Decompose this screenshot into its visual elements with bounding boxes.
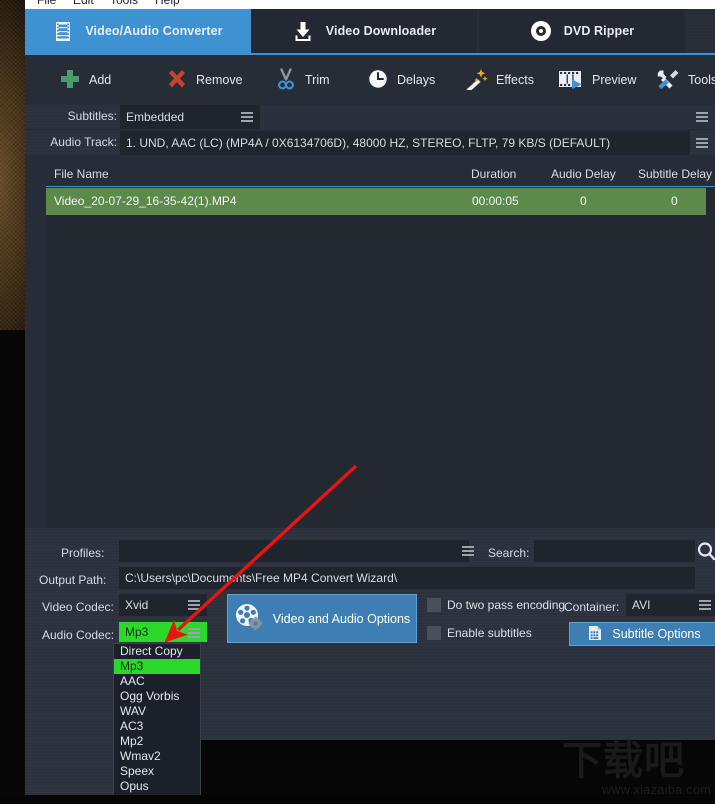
column-header-audio-delay[interactable]: Audio Delay <box>551 167 616 181</box>
dropdown-item-wav[interactable]: WAV <box>114 704 200 719</box>
toolbar-button-delays[interactable]: Delays <box>367 55 435 105</box>
subtitles-secondary-combo[interactable] <box>263 105 715 129</box>
tab-label-video-downloader: Video Downloader <box>326 24 436 38</box>
scissors-icon <box>275 68 297 93</box>
cell-subtitle-delay: 0 <box>671 194 678 208</box>
subtitles-secondary-handle[interactable] <box>692 105 712 129</box>
enable-subtitles-checkbox[interactable] <box>427 626 441 640</box>
film-reel-gear-icon <box>234 602 264 635</box>
screenshot-bottom-edge <box>0 795 715 804</box>
menu-item-file[interactable]: File <box>37 0 56 8</box>
wrench-hammer-icon <box>656 68 680 93</box>
toolbar-label-delays: Delays <box>397 73 435 87</box>
dropdown-item-ogg-vorbis[interactable]: Ogg Vorbis <box>114 689 200 704</box>
file-list-header: File Name Duration Audio Delay Subtitle … <box>46 163 715 187</box>
two-pass-checkbox[interactable] <box>427 598 441 612</box>
main-tab-bar: Video/Audio Converter Video Downloader <box>25 9 715 53</box>
profiles-combo[interactable] <box>119 540 469 562</box>
toolbar-button-add[interactable]: Add <box>59 55 111 105</box>
column-header-file-name[interactable]: File Name <box>54 167 109 181</box>
dropdown-item-opus[interactable]: Opus <box>114 779 200 794</box>
dropdown-item-aac[interactable]: AAC <box>114 674 200 689</box>
menu-item-edit[interactable]: Edit <box>73 0 94 8</box>
audio-track-combo[interactable]: 1. UND, AAC (LC) (MP4A / 0X6134706D), 48… <box>120 131 690 155</box>
audio-track-combo-handle[interactable] <box>692 131 712 155</box>
search-input[interactable] <box>534 540 695 562</box>
video-codec-label: Video Codec: <box>42 600 114 614</box>
column-header-subtitle-delay[interactable]: Subtitle Delay <box>638 167 712 181</box>
file-list-body[interactable]: Video_20-07-29_16-35-42(1).MP4 00:00:05 … <box>46 188 715 528</box>
table-row[interactable]: Video_20-07-29_16-35-42(1).MP4 00:00:05 … <box>46 188 706 215</box>
dropdown-item-direct-copy[interactable]: Direct Copy <box>114 644 200 659</box>
film-play-icon <box>558 68 584 93</box>
tab-label-dvd-ripper: DVD Ripper <box>564 24 634 38</box>
toolbar-button-remove[interactable]: Remove <box>166 55 243 105</box>
x-cross-icon <box>166 68 188 93</box>
dropdown-item-mp3[interactable]: Mp3 <box>114 659 200 674</box>
column-header-duration[interactable]: Duration <box>471 167 516 181</box>
container-combo-handle[interactable] <box>695 593 715 617</box>
toolbar-button-preview[interactable]: Preview <box>558 55 636 105</box>
video-codec-combo-handle[interactable] <box>184 593 204 617</box>
subtitle-options-label: Subtitle Options <box>612 627 700 641</box>
desktop-background <box>0 0 25 804</box>
cell-duration: 00:00:05 <box>472 194 519 208</box>
cell-file-name: Video_20-07-29_16-35-42(1).MP4 <box>54 194 237 208</box>
toolbar-label-tools: Tools <box>688 73 715 87</box>
menu-item-tools[interactable]: Tools <box>110 0 138 8</box>
subtitle-file-icon <box>588 625 603 644</box>
toolbar-label-effects: Effects <box>496 73 534 87</box>
tab-label-video-audio-converter: Video/Audio Converter <box>85 24 222 38</box>
toolbar-button-tools[interactable]: Tools <box>656 55 715 105</box>
dropdown-item-mp2[interactable]: Mp2 <box>114 734 200 749</box>
cell-audio-delay: 0 <box>580 194 587 208</box>
toolbar-label-remove: Remove <box>196 73 243 87</box>
search-label: Search: <box>488 546 529 560</box>
profiles-label: Profiles: <box>61 546 104 560</box>
film-strip-icon <box>53 21 73 42</box>
dropdown-item-speex[interactable]: Speex <box>114 764 200 779</box>
toolbar-button-trim[interactable]: Trim <box>275 55 330 105</box>
dropdown-item-ac3[interactable]: AC3 <box>114 719 200 734</box>
action-toolbar: Add Remove Trim <box>25 55 715 105</box>
video-and-audio-options-button[interactable]: Video and Audio Options <box>227 594 417 643</box>
tab-video-audio-converter[interactable]: Video/Audio Converter <box>25 9 251 53</box>
audio-track-label: Audio Track: <box>35 135 117 149</box>
toolbar-label-preview: Preview <box>592 73 636 87</box>
clock-icon <box>367 68 389 93</box>
tab-dvd-ripper[interactable]: DVD Ripper <box>479 9 685 53</box>
audio-track-row: Audio Track: 1. UND, AAC (LC) (MP4A / 0X… <box>25 131 715 155</box>
magnifier-icon[interactable] <box>697 541 715 566</box>
tab-video-downloader[interactable]: Video Downloader <box>251 9 477 53</box>
menu-item-help[interactable]: Help <box>155 0 180 8</box>
disc-icon <box>530 20 552 42</box>
output-path-field[interactable]: C:\Users\pc\Documents\Free MP4 Convert W… <box>119 567 695 589</box>
download-arrow-icon <box>292 20 314 42</box>
output-path-label: Output Path: <box>39 573 106 587</box>
magic-wand-icon <box>464 68 488 93</box>
profiles-combo-handle[interactable] <box>458 539 478 563</box>
subtitles-label: Subtitles: <box>35 109 117 123</box>
audio-codec-label: Audio Codec: <box>42 628 114 642</box>
dropdown-item-wmav2[interactable]: Wmav2 <box>114 749 200 764</box>
container-label: Container: <box>564 600 619 614</box>
video-and-audio-options-label: Video and Audio Options <box>273 612 410 626</box>
screenshot-root: File Edit Tools Help <box>0 0 715 804</box>
two-pass-label: Do two pass encoding <box>447 598 565 612</box>
menu-bar: File Edit Tools Help <box>25 0 715 9</box>
toolbar-label-trim: Trim <box>305 73 330 87</box>
subtitle-options-button[interactable]: Subtitle Options <box>569 622 715 646</box>
audio-codec-combo-handle[interactable] <box>184 621 204 645</box>
plus-icon <box>59 68 81 93</box>
audio-codec-dropdown[interactable]: Direct Copy Mp3 AAC Ogg Vorbis WAV AC3 M… <box>113 643 201 804</box>
toolbar-label-add: Add <box>89 73 111 87</box>
subtitles-combo-handle[interactable] <box>237 105 257 129</box>
toolbar-button-effects[interactable]: Effects <box>464 55 534 105</box>
subtitles-row: Subtitles: Embedded <box>25 105 715 129</box>
wallpaper-dark-area <box>0 330 25 804</box>
enable-subtitles-label: Enable subtitles <box>447 626 532 640</box>
